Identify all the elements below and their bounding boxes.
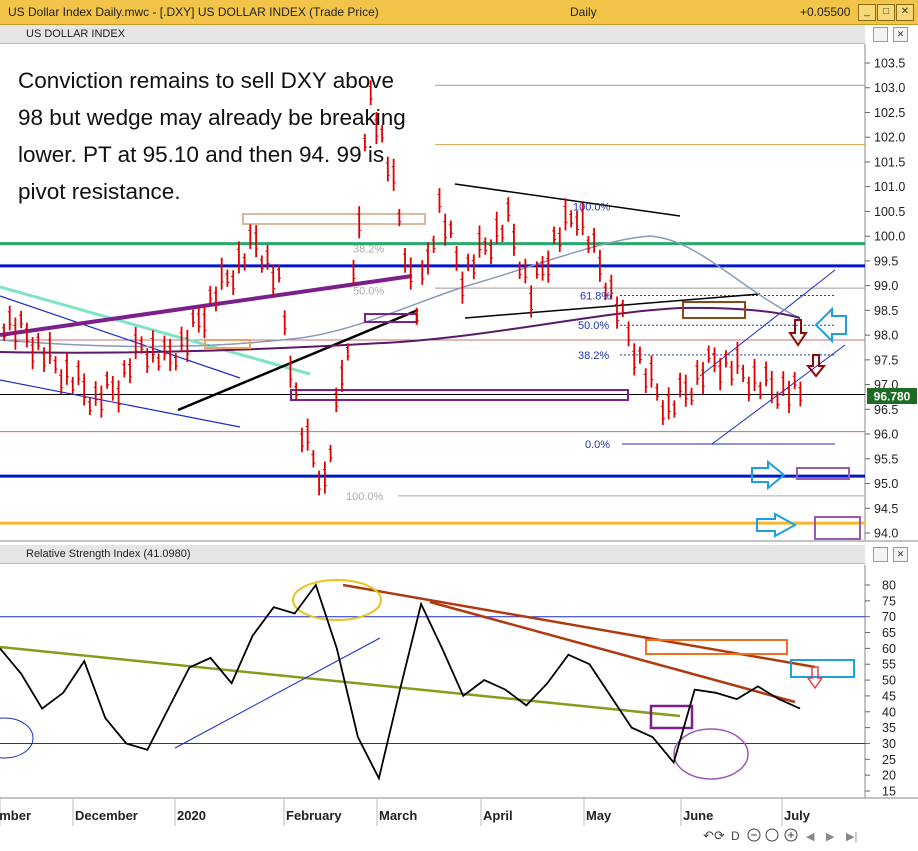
fib-label-right: 61.8%	[580, 291, 611, 303]
price-tick-label: 99.0	[874, 279, 898, 293]
x-tick-label: May	[586, 808, 612, 823]
rsi-tick-label: 30	[882, 737, 896, 751]
moving-average-fast	[0, 235, 801, 348]
scroll-left-icon[interactable]: ◀	[806, 831, 815, 843]
price-tick-label: 99.5	[874, 254, 898, 268]
price-tick-label: 103.5	[874, 57, 905, 71]
fib-label-right: 0.0%	[585, 439, 610, 451]
x-tick-label: February	[286, 808, 342, 823]
scroll-end-icon[interactable]: ▶|	[846, 831, 857, 843]
x-tick-label: ember	[0, 808, 31, 823]
annotation-box[interactable]	[814, 516, 861, 540]
rsi-tick-label: 55	[882, 658, 896, 672]
price-tick-label: 94.0	[874, 527, 898, 541]
highlight-ellipse	[292, 579, 382, 621]
highlight-ellipse	[0, 717, 34, 759]
x-tick-label: July	[784, 808, 811, 823]
highlight-ellipse	[673, 728, 749, 780]
rsi-tick-label: 50	[882, 674, 896, 688]
fib-label-right: 100.0%	[573, 201, 611, 213]
refresh-icon[interactable]: ⟳	[714, 828, 725, 843]
x-tick-label: April	[483, 808, 513, 823]
period-d-icon[interactable]: D	[731, 829, 740, 843]
zoom-reset-icon[interactable]	[765, 828, 779, 842]
fib-label-left: 38.2%	[353, 244, 384, 256]
x-tick-label: 2020	[177, 808, 206, 823]
price-tick-label: 102.5	[874, 106, 905, 120]
analysis-note: Conviction remains to sell DXY above 98 …	[18, 68, 406, 204]
rsi-tick-label: 80	[882, 579, 896, 593]
price-tick-label: 98.5	[874, 304, 898, 318]
rsi-line	[0, 583, 801, 781]
annotation-box[interactable]	[649, 704, 694, 730]
price-tick-label: 95.0	[874, 477, 898, 491]
annotation-box[interactable]	[242, 213, 426, 225]
last-price-label: 96.780	[874, 390, 911, 404]
rsi-tick-label: 75	[882, 594, 896, 608]
price-tick-label: 101.0	[874, 180, 905, 194]
rsi-tick-label: 45	[882, 689, 896, 703]
rsi-trendline[interactable]	[0, 645, 681, 718]
down-arrow-icon	[805, 354, 827, 378]
fib-label-right: 50.0%	[578, 320, 609, 332]
rsi-tick-label: 60	[882, 642, 896, 656]
price-tick-label: 103.0	[874, 81, 905, 95]
bottom-toolbar: ↶ ⟳ D ◀ ▶ ▶|	[703, 828, 857, 843]
down-arrow-icon	[788, 319, 808, 347]
fib-label-right: 38.2%	[578, 350, 609, 362]
rsi-trendline[interactable]	[174, 637, 381, 749]
annotation-box[interactable]	[682, 301, 746, 319]
scroll-back-icon[interactable]: ↶	[703, 828, 714, 843]
price-tick-label: 102.0	[874, 131, 905, 145]
price-tick-label: 101.5	[874, 155, 905, 169]
fib-label-left: 50.0%	[353, 286, 384, 298]
price-tick-label: 95.5	[874, 452, 898, 466]
fib-label-left: 100.0%	[346, 491, 384, 503]
x-tick-label: June	[683, 808, 713, 823]
price-tick-label: 100.0	[874, 230, 905, 244]
price-tick-label: 96.0	[874, 428, 898, 442]
rsi-tick-label: 35	[882, 721, 896, 735]
trendline[interactable]	[454, 183, 681, 217]
price-tick-label: 96.5	[874, 403, 898, 417]
price-tick-label: 100.5	[874, 205, 905, 219]
right-arrow-icon	[756, 512, 798, 538]
trendline[interactable]	[0, 379, 241, 428]
annotation-box[interactable]	[790, 659, 855, 678]
rsi-tick-label: 15	[882, 785, 896, 799]
x-tick-label: December	[75, 808, 138, 823]
scroll-right-icon[interactable]: ▶	[826, 831, 835, 843]
trendline[interactable]	[0, 285, 311, 376]
rsi-tick-label: 65	[882, 626, 896, 640]
rsi-tick-label: 20	[882, 769, 896, 783]
x-tick-label: March	[379, 808, 417, 823]
rsi-tick-label: 25	[882, 753, 896, 767]
rsi-tick-label: 40	[882, 705, 896, 719]
price-tick-label: 94.5	[874, 502, 898, 516]
rsi-tick-label: 70	[882, 610, 896, 624]
price-tick-label: 97.5	[874, 353, 898, 367]
price-tick-label: 98.0	[874, 329, 898, 343]
